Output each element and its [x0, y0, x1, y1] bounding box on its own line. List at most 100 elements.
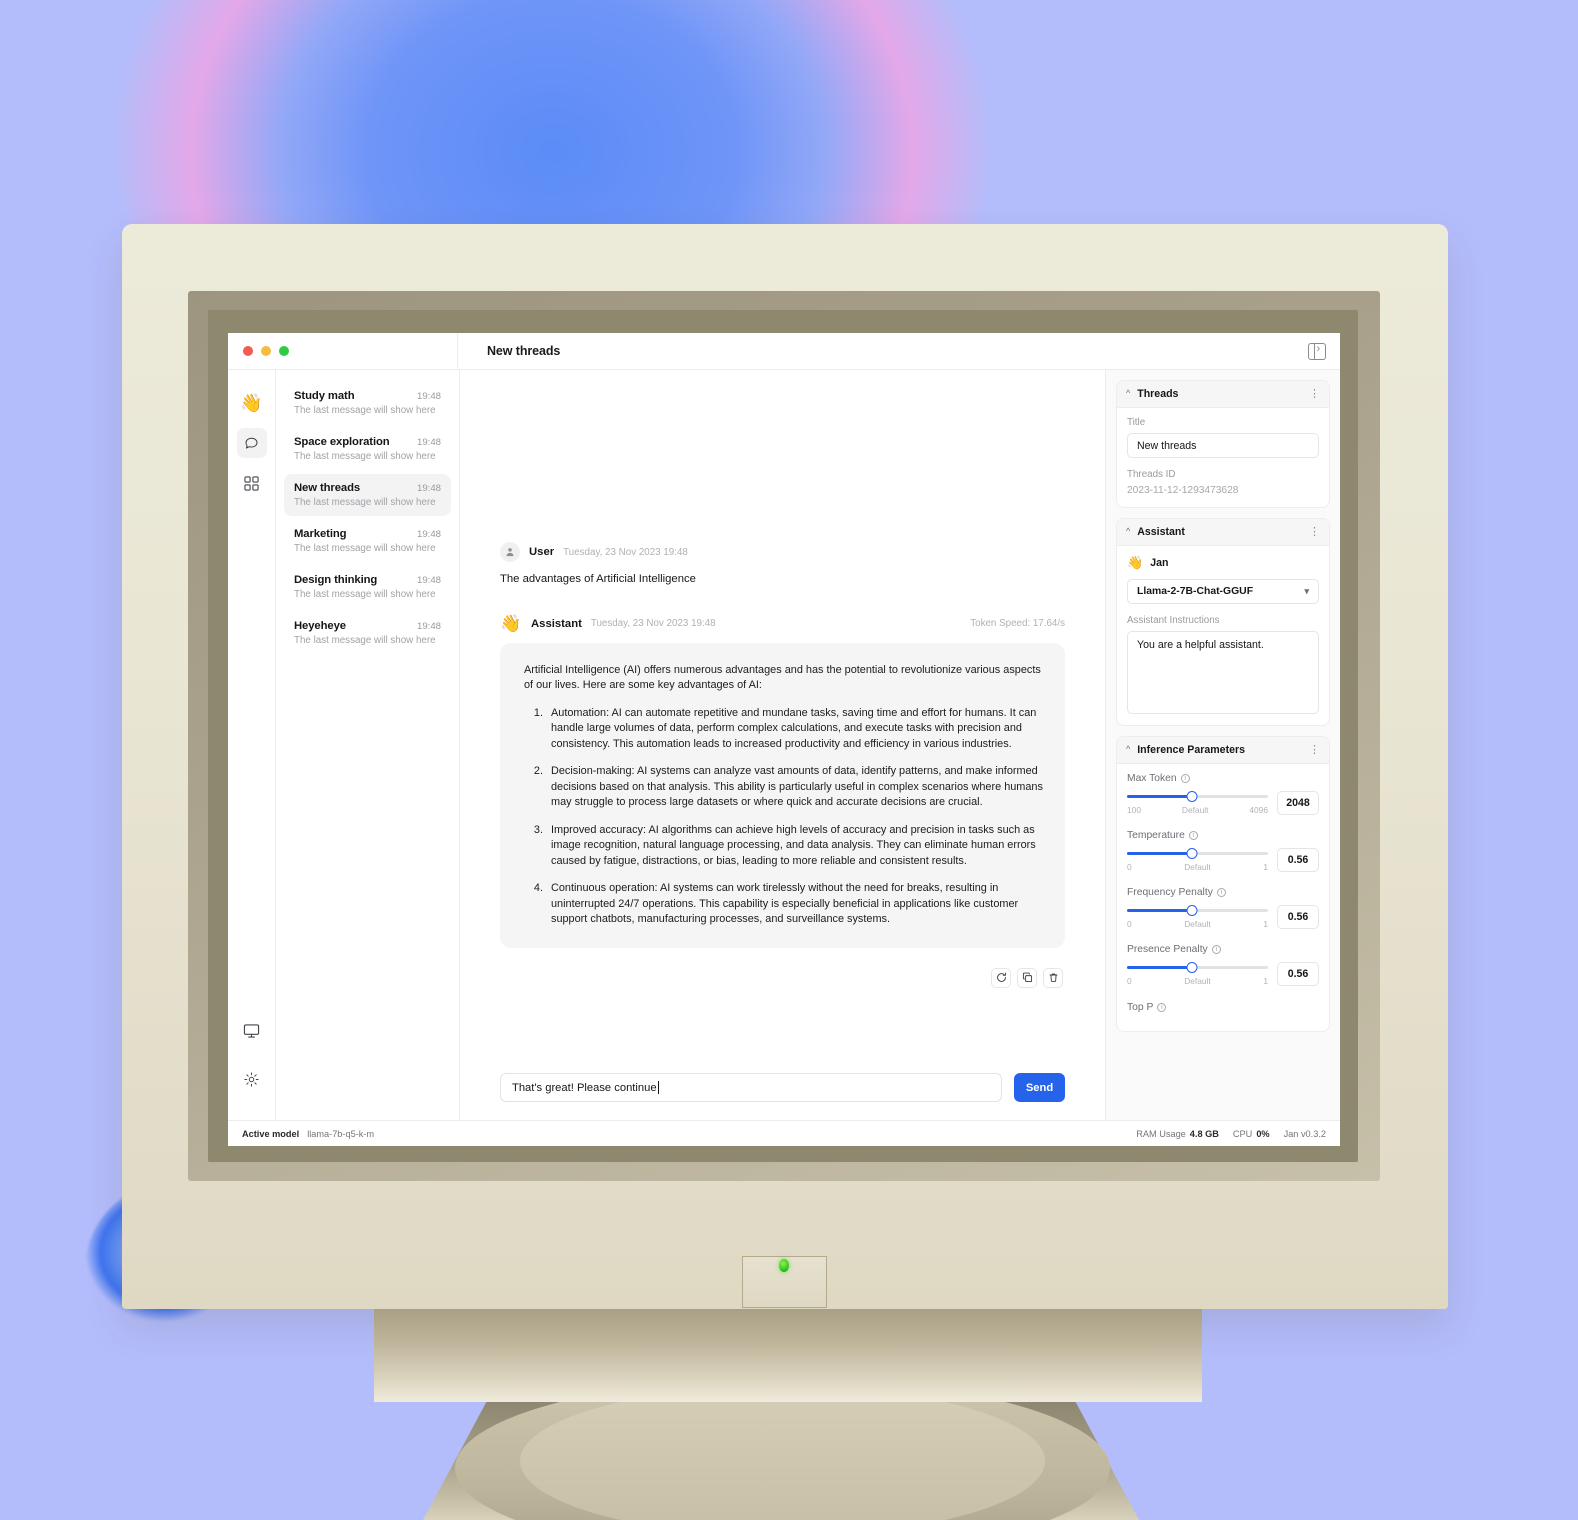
param-row: 0 Default 1 0.56: [1127, 905, 1319, 929]
message-scroll-area[interactable]: User Tuesday, 23 Nov 2023 19:48 The adva…: [460, 370, 1105, 1059]
titlebar-right: [1106, 333, 1340, 369]
panel-right-icon[interactable]: [1308, 341, 1326, 360]
message-input[interactable]: That's great! Please continue: [500, 1073, 1002, 1102]
param-row: 100 Default 4096 2048: [1127, 791, 1319, 815]
thread-item-study-math[interactable]: Study math 19:48 The last message will s…: [284, 382, 451, 424]
grid-icon[interactable]: [237, 468, 267, 498]
slider-max: 1: [1263, 862, 1268, 872]
slider-thumb[interactable]: [1186, 848, 1198, 859]
max-token-value-input[interactable]: 2048: [1277, 791, 1319, 815]
kebab-menu-icon[interactable]: ⋮: [1309, 744, 1320, 756]
max-token-slider[interactable]: 100 Default 4096: [1127, 791, 1268, 815]
monitor-icon[interactable]: [237, 1016, 267, 1046]
thread-time: 19:48: [416, 391, 441, 402]
slider-fill: [1127, 909, 1192, 912]
slider-mid: Default: [1184, 862, 1211, 872]
inference-card-title: Inference Parameters: [1137, 744, 1245, 756]
threads-card-title: Threads: [1137, 388, 1179, 400]
wave-icon: 👋: [500, 614, 522, 633]
slider-thumb[interactable]: [1186, 791, 1198, 802]
frequency-penalty-slider[interactable]: 0 Default 1: [1127, 905, 1268, 929]
presence-penalty-value-input[interactable]: 0.56: [1277, 962, 1319, 986]
thread-title-input[interactable]: New threads: [1127, 433, 1319, 458]
ram-label: RAM Usage: [1136, 1128, 1186, 1139]
param-label: Max Token i: [1127, 773, 1319, 784]
user-avatar-icon: [500, 542, 520, 562]
param-frequency-penalty: Frequency Penalty i 0 Default 1 0.56: [1127, 887, 1319, 929]
regenerate-icon[interactable]: [991, 967, 1011, 988]
threads-id-label: Threads ID: [1127, 469, 1176, 480]
slider-min: 0: [1127, 862, 1132, 872]
kebab-menu-icon[interactable]: ⋮: [1309, 388, 1320, 400]
composer: That's great! Please continue Send: [460, 1059, 1105, 1120]
window-controls[interactable]: [228, 333, 458, 369]
threads-card-header[interactable]: ^ Threads ⋮: [1117, 381, 1329, 408]
close-button[interactable]: [243, 346, 253, 356]
chevron-up-icon[interactable]: ^: [1126, 744, 1130, 754]
titlebar: New threads: [228, 333, 1340, 370]
info-icon[interactable]: i: [1211, 945, 1221, 954]
person-svg: [506, 548, 514, 557]
thread-item-new-threads[interactable]: New threads 19:48 The last message will …: [284, 474, 451, 516]
list-item: Continuous operation: AI systems can wor…: [546, 881, 1043, 927]
thread-subtitle: The last message will show here: [294, 543, 436, 554]
minimize-button[interactable]: [261, 346, 271, 356]
assistant-points-list: Automation: AI can automate repetitive a…: [524, 706, 1043, 928]
slider-fill: [1127, 966, 1192, 969]
info-icon[interactable]: i: [1157, 1003, 1167, 1012]
slider-fill: [1127, 852, 1192, 855]
delete-icon[interactable]: [1043, 967, 1063, 988]
inference-parameters-card: ^ Inference Parameters ⋮ Max Token i 100…: [1116, 736, 1330, 1032]
chat-bubble-svg: [245, 437, 258, 449]
model-select[interactable]: Llama-2-7B-Chat-GGUF ▾: [1127, 579, 1319, 604]
thread-title: Marketing: [294, 528, 347, 540]
param-temperature: Temperature i 0 Default 1 0.56: [1127, 830, 1319, 872]
thread-item-design-thinking[interactable]: Design thinking 19:48 The last message w…: [284, 566, 451, 608]
slider-min: 100: [1127, 805, 1141, 815]
chevron-up-icon[interactable]: ^: [1126, 388, 1130, 398]
info-icon[interactable]: i: [1188, 831, 1198, 840]
active-model-value: llama-7b-q5-k-m: [307, 1128, 375, 1139]
maximize-button[interactable]: [279, 346, 289, 356]
temperature-value-input[interactable]: 0.56: [1277, 848, 1319, 872]
slider-thumb[interactable]: [1186, 905, 1198, 916]
send-button[interactable]: Send: [1014, 1073, 1065, 1102]
thread-item-marketing[interactable]: Marketing 19:48 The last message will sh…: [284, 520, 451, 562]
kebab-menu-icon[interactable]: ⋮: [1309, 526, 1320, 538]
cpu-label: CPU: [1232, 1128, 1253, 1139]
slider-max: 1: [1263, 919, 1268, 929]
threads-list: Study math 19:48 The last message will s…: [276, 370, 460, 1120]
assistant-card-header[interactable]: ^ Assistant ⋮: [1117, 519, 1329, 546]
inference-card-header[interactable]: ^ Inference Parameters ⋮: [1117, 737, 1329, 764]
grid-svg: [244, 475, 259, 491]
assistant-instructions-input[interactable]: You are a helpful assistant.: [1127, 631, 1319, 714]
wave-icon[interactable]: 👋: [237, 388, 267, 418]
assistant-message-bubble: Artificial Intelligence (AI) offers nume…: [500, 643, 1065, 948]
slider-max: 4096: [1249, 805, 1268, 815]
user-message-text: The advantages of Artificial Intelligenc…: [500, 573, 696, 585]
frequency-penalty-value-input[interactable]: 0.56: [1277, 905, 1319, 929]
param-max-token: Max Token i 100 Default 4096 2048: [1127, 773, 1319, 815]
app-body: 👋 Study math 19:48 The last message will…: [228, 370, 1340, 1120]
ram-value: 4.8 GB: [1189, 1128, 1219, 1139]
param-label-text: Max Token: [1127, 773, 1177, 784]
chevron-up-icon[interactable]: ^: [1126, 526, 1130, 536]
assistant-message-header: 👋 Assistant Tuesday, 23 Nov 2023 19:48 T…: [500, 615, 1065, 632]
thread-title: New threads: [294, 482, 361, 494]
assistant-card-body: 👋 Jan Llama-2-7B-Chat-GGUF ▾ Assistant I…: [1117, 546, 1329, 725]
thread-time: 19:48: [416, 621, 441, 632]
presence-penalty-slider[interactable]: 0 Default 1: [1127, 962, 1268, 986]
thread-row: Heyeheye 19:48: [294, 620, 441, 632]
slider-thumb[interactable]: [1186, 962, 1198, 973]
thread-item-space-exploration[interactable]: Space exploration 19:48 The last message…: [284, 428, 451, 470]
chat-bubble-icon[interactable]: [236, 428, 267, 458]
gear-icon[interactable]: [237, 1064, 267, 1094]
thread-row: New threads 19:48: [294, 482, 441, 494]
copy-svg: [1022, 972, 1032, 983]
info-icon[interactable]: i: [1180, 774, 1190, 783]
temperature-slider[interactable]: 0 Default 1: [1127, 848, 1268, 872]
info-icon[interactable]: i: [1216, 888, 1226, 897]
slider-scale: 0 Default 1: [1127, 862, 1268, 872]
thread-item-heyeheye[interactable]: Heyeheye 19:48 The last message will sho…: [284, 612, 451, 654]
copy-icon[interactable]: [1017, 967, 1037, 988]
